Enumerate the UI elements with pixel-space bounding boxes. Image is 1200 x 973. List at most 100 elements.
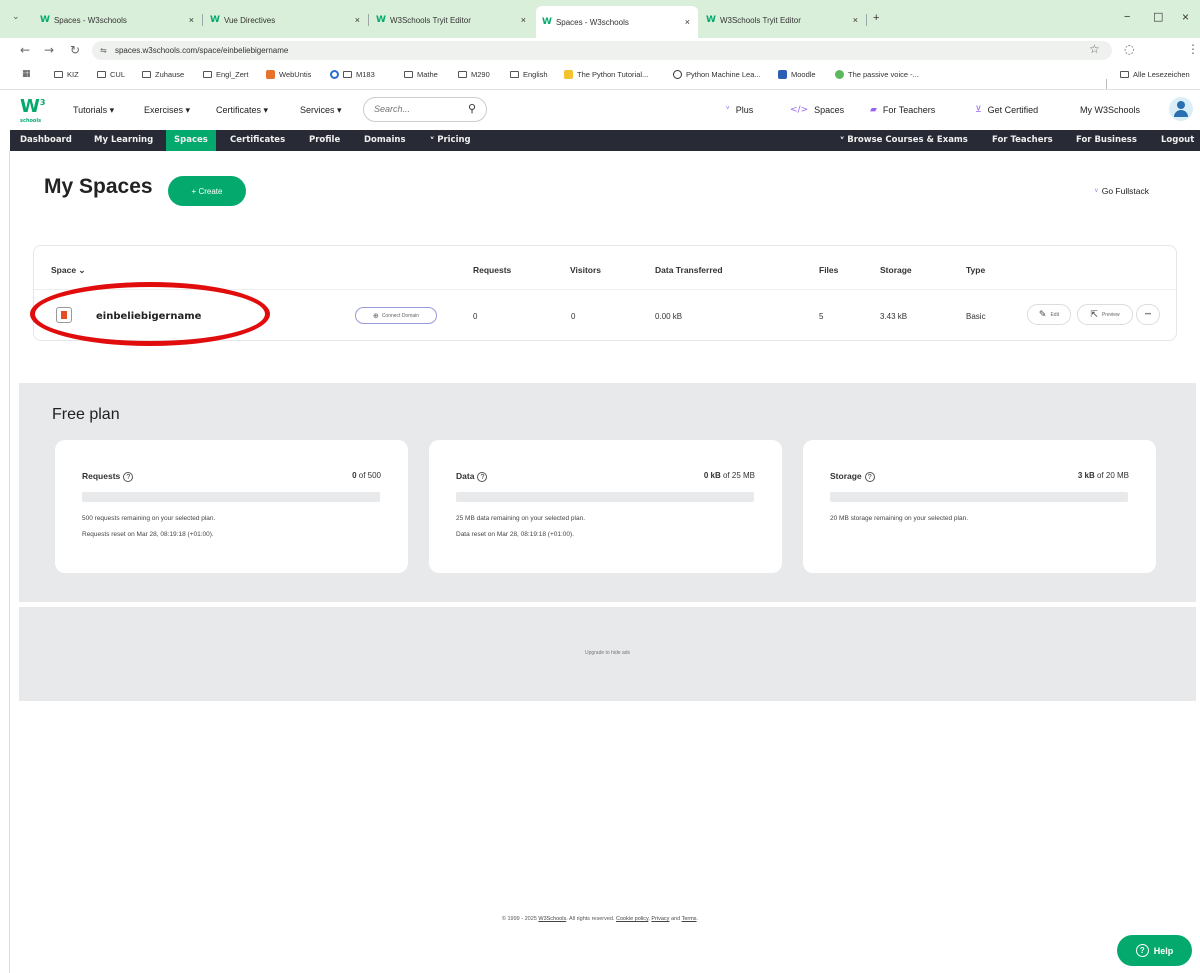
- nav-my-learning[interactable]: My Learning: [86, 130, 161, 151]
- bookmark-python-tutorial[interactable]: The Python Tutorial...: [564, 70, 648, 79]
- help-circle-icon[interactable]: ?: [123, 472, 134, 482]
- nav-profile[interactable]: Profile: [301, 130, 348, 151]
- bookmark-english[interactable]: English: [510, 70, 548, 79]
- tab-label: Spaces - W3schools: [53, 15, 127, 25]
- logo-mark: W: [20, 96, 40, 117]
- browser-tab-1[interactable]: W Spaces - W3schools ×: [34, 8, 202, 32]
- maximize-icon[interactable]: □: [1153, 10, 1163, 23]
- menu-certificates[interactable]: Certificates ▾: [216, 105, 268, 116]
- browser-tab-5[interactable]: W W3Schools Tryit Editor ×: [700, 8, 866, 32]
- bookmark-label: Zuhause: [155, 70, 185, 79]
- requests-label: Requests: [82, 471, 121, 481]
- w3schools-favicon-icon: W: [376, 15, 386, 25]
- tab-close-icon[interactable]: ×: [189, 15, 194, 25]
- bookmark-m290[interactable]: M290: [458, 70, 490, 79]
- nav-domains[interactable]: Domains: [356, 130, 414, 151]
- bookmark-moodle[interactable]: Moodle: [778, 70, 816, 79]
- tab-search-icon[interactable]: ⌄: [12, 11, 20, 22]
- nav-logout[interactable]: Logout: [1153, 130, 1200, 151]
- user-avatar[interactable]: [1169, 97, 1193, 121]
- search-icon[interactable]: ⚲: [468, 102, 476, 115]
- plus-link[interactable]: ᵛ Plus: [726, 105, 753, 115]
- reload-icon[interactable]: ↻: [70, 43, 80, 57]
- cell-type: Basic: [966, 312, 986, 321]
- menu-tutorials[interactable]: Tutorials ▾: [73, 105, 114, 116]
- code-icon: </>: [790, 105, 809, 115]
- spaces-link[interactable]: </> Spaces: [790, 105, 844, 115]
- help-label: Help: [1153, 945, 1174, 956]
- spaces-label: Spaces: [814, 105, 845, 115]
- search-input[interactable]: [374, 104, 464, 114]
- bookmark-label: Python Machine Lea...: [686, 70, 761, 79]
- browser-tab-4-active[interactable]: W Spaces - W3schools ×: [536, 6, 698, 38]
- url-field[interactable]: ⇋ spaces.w3schools.com/space/einbeliebig…: [92, 41, 1112, 60]
- nav-for-business[interactable]: For Business: [1068, 130, 1145, 151]
- plan-card-value: 0 kB of 25 MB: [704, 471, 755, 480]
- cookie-policy-link[interactable]: Cookie policy: [616, 916, 648, 922]
- forward-icon[interactable]: →: [44, 43, 54, 57]
- tab-close-icon[interactable]: ×: [685, 17, 690, 27]
- go-fullstack-link[interactable]: ᵛ Go Fullstack: [1095, 186, 1149, 196]
- menu-exercises[interactable]: Exercises ▾: [144, 105, 190, 116]
- nav-spaces[interactable]: Spaces: [166, 130, 216, 151]
- get-certified-link[interactable]: ⊻ Get Certified: [975, 105, 1038, 115]
- w3schools-favicon-icon: W: [210, 15, 220, 25]
- browser-menu-icon[interactable]: ⋮: [1187, 42, 1199, 56]
- privacy-link[interactable]: Privacy: [651, 916, 669, 922]
- footer-brand-link[interactable]: W3Schools: [538, 916, 566, 922]
- nav-pricing[interactable]: ᵛ Pricing: [422, 130, 479, 151]
- bookmark-label: M183: [356, 70, 375, 79]
- preview-button[interactable]: ⇱ Preview: [1077, 304, 1133, 325]
- tab-close-icon[interactable]: ×: [355, 15, 360, 25]
- column-header-space[interactable]: Space ⌄: [51, 265, 86, 276]
- bookmark-engl-zert[interactable]: Engl_Zert: [203, 70, 249, 79]
- help-circle-icon[interactable]: ?: [864, 472, 875, 482]
- for-teachers-link[interactable]: ▰ For Teachers: [870, 105, 935, 115]
- connect-domain-button[interactable]: ⊕ Connect Domain: [355, 307, 437, 324]
- new-tab-icon[interactable]: +: [873, 12, 879, 24]
- bookmark-zuhause[interactable]: Zuhause: [142, 70, 184, 79]
- nav-certificates[interactable]: Certificates: [222, 130, 293, 151]
- extensions-icon[interactable]: ◌: [1124, 42, 1134, 56]
- nav-for-teachers[interactable]: For Teachers: [984, 130, 1061, 151]
- help-circle-icon[interactable]: ?: [477, 472, 488, 482]
- plan-card-label: Requests?: [82, 471, 134, 482]
- window-close-icon[interactable]: ×: [1182, 10, 1189, 24]
- bookmark-passive-voice[interactable]: The passive voice -...: [835, 70, 919, 79]
- bookmark-mathe[interactable]: Mathe: [404, 70, 438, 79]
- w3schools-logo[interactable]: W3 schools: [20, 96, 45, 124]
- all-bookmarks[interactable]: Alle Lesezeichen: [1120, 70, 1190, 79]
- bookmark-m183[interactable]: M183: [330, 70, 375, 79]
- free-plan-section: Free plan Requests? 0 of 500 500 request…: [19, 383, 1196, 602]
- minimize-icon[interactable]: −: [1124, 11, 1130, 23]
- bookmark-kiz[interactable]: KIZ: [54, 70, 79, 79]
- browser-tab-3[interactable]: W W3Schools Tryit Editor ×: [370, 8, 534, 32]
- upgrade-to-hide-ads-link[interactable]: Upgrade to hide ads: [19, 650, 1196, 656]
- nav-browse-courses[interactable]: ᵛ Browse Courses & Exams: [832, 130, 976, 151]
- more-options-button[interactable]: •••: [1136, 304, 1160, 325]
- data-label: Data: [456, 471, 475, 481]
- tab-close-icon[interactable]: ×: [521, 15, 526, 25]
- bookmark-webuntis[interactable]: WebUntis: [266, 70, 311, 79]
- footer: © 1999 - 2025 W3Schools. All rights rese…: [0, 916, 1200, 922]
- bookmark-label: The passive voice -...: [848, 70, 919, 79]
- create-button[interactable]: + Create: [168, 176, 246, 206]
- browser-tab-2[interactable]: W Vue Directives ×: [204, 8, 368, 32]
- bookmark-cul[interactable]: CUL: [97, 70, 125, 79]
- w3schools-favicon-icon: W: [40, 15, 50, 25]
- edit-button[interactable]: ✎ Edit: [1027, 304, 1071, 325]
- terms-link[interactable]: Terms: [682, 916, 697, 922]
- bookmark-python-ml[interactable]: Python Machine Lea...: [673, 70, 761, 79]
- site-info-icon[interactable]: ⇋: [100, 46, 107, 55]
- help-button[interactable]: ? Help: [1117, 935, 1192, 966]
- plan-card-data: Data? 0 kB of 25 MB 25 MB data remaining…: [429, 440, 782, 573]
- back-icon[interactable]: ←: [20, 43, 30, 57]
- menu-services[interactable]: Services ▾: [300, 105, 342, 116]
- apps-grid-icon[interactable]: ▦: [22, 69, 31, 79]
- tab-close-icon[interactable]: ×: [853, 15, 858, 25]
- cell-files: 5: [819, 312, 824, 321]
- bookmark-star-icon[interactable]: ☆: [1089, 42, 1100, 56]
- my-w3schools-link[interactable]: My W3Schools: [1080, 105, 1140, 115]
- avatar-head: [1177, 101, 1185, 109]
- nav-dashboard[interactable]: Dashboard: [12, 130, 80, 151]
